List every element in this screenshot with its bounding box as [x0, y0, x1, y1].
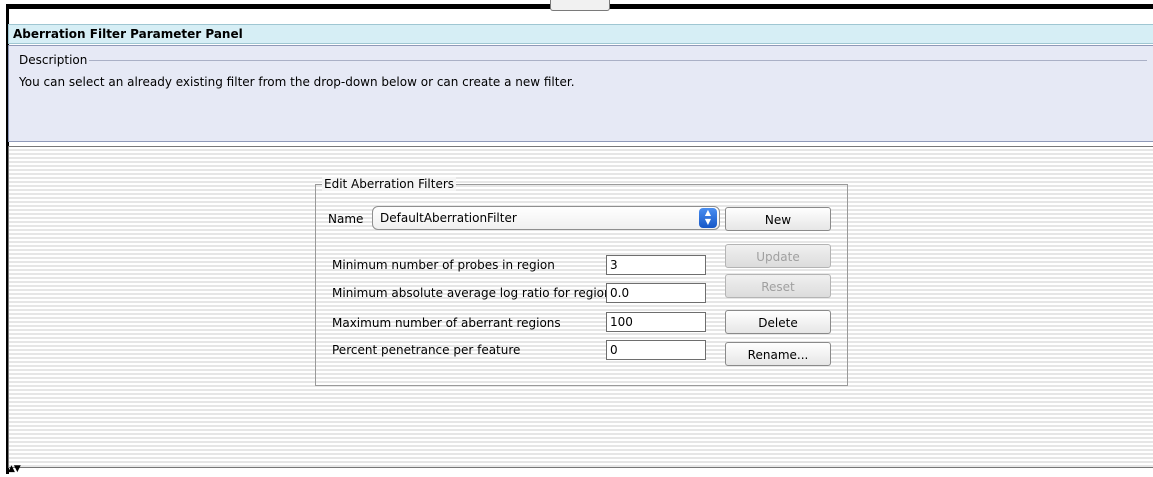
min-log-ratio-label: Minimum absolute average log ratio for r… [332, 286, 612, 300]
rename-button[interactable]: Rename... [725, 342, 831, 366]
max-aberrant-regions-input[interactable] [606, 312, 706, 332]
filter-name-select[interactable]: DefaultAberrationFilter ▲ ▼ [372, 206, 720, 230]
min-probes-input[interactable] [606, 255, 706, 275]
main-panel: Edit Aberration Filters Name DefaultAber… [8, 146, 1153, 468]
edit-filters-legend: Edit Aberration Filters [322, 177, 457, 191]
up-down-arrow-icon[interactable]: ▲▼ [8, 465, 21, 474]
filter-name-value: DefaultAberrationFilter [380, 211, 517, 225]
percent-penetrance-label: Percent penetrance per feature [332, 343, 521, 357]
delete-button[interactable]: Delete [725, 310, 831, 334]
max-aberrant-regions-label: Maximum number of aberrant regions [332, 316, 561, 330]
panel-title: Aberration Filter Parameter Panel [8, 24, 1153, 44]
min-probes-label: Minimum number of probes in region [332, 258, 555, 272]
reset-button[interactable]: Reset [725, 274, 831, 298]
min-log-ratio-input[interactable] [606, 283, 706, 303]
percent-penetrance-input[interactable] [606, 340, 706, 360]
top-splitter-handle[interactable] [550, 0, 610, 11]
description-text: You can select an already existing filte… [19, 75, 575, 89]
name-label: Name [328, 212, 364, 226]
new-button[interactable]: New [725, 207, 831, 231]
edit-filters-group: Edit Aberration Filters Name DefaultAber… [315, 177, 848, 386]
description-panel: Description You can select an already ex… [8, 45, 1153, 142]
description-border-line [19, 60, 1147, 61]
up-down-chevron-icon[interactable]: ▲ ▼ [699, 208, 717, 228]
description-legend: Description [17, 53, 90, 67]
update-button[interactable]: Update [725, 244, 831, 268]
